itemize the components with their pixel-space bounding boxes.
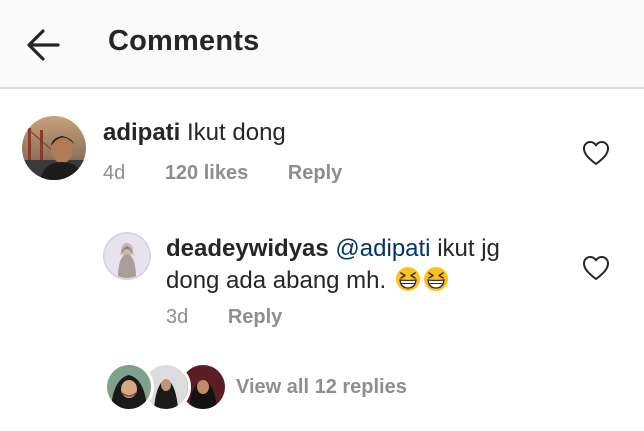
comment-text: adipati Ikut dong xyxy=(103,117,286,149)
back-button[interactable] xyxy=(22,24,64,66)
grinning-squinting-face-emoji xyxy=(423,266,449,292)
page-title: Comments xyxy=(108,25,260,57)
heart-outline-icon xyxy=(583,256,609,280)
comment-meta: 4d 120 likes Reply xyxy=(103,162,376,185)
reply-button[interactable]: Reply xyxy=(288,162,342,184)
avatar xyxy=(104,362,154,412)
heart-outline-icon xyxy=(583,141,609,165)
comment-likes[interactable]: 120 likes xyxy=(165,162,248,184)
reply-text-line1: deadeywidyas @adipati ikut jg xyxy=(166,233,500,265)
like-button[interactable] xyxy=(582,140,610,166)
avatar[interactable] xyxy=(22,116,86,180)
reply-time: 3d xyxy=(166,306,189,328)
comments-header: Comments xyxy=(0,0,644,89)
reply-reply-button[interactable]: Reply xyxy=(228,306,282,328)
reply-meta: 3d Reply xyxy=(166,306,316,329)
avatar-photo xyxy=(105,234,149,278)
reply-body-line1: ikut jg xyxy=(437,235,500,262)
reply-username[interactable]: deadeywidyas xyxy=(166,235,329,262)
reply-mention[interactable]: @adipati xyxy=(335,235,430,262)
arrow-left-icon xyxy=(27,29,60,61)
comment-username[interactable]: adipati xyxy=(103,119,180,146)
comment-time: 4d xyxy=(103,162,126,184)
grinning-squinting-face-emoji xyxy=(395,266,421,292)
view-all-replies-link[interactable]: View all 12 replies xyxy=(236,376,407,399)
avatar[interactable] xyxy=(103,232,151,280)
reply-text-line2: dong ada abang mh. xyxy=(166,265,449,297)
avatar-photo xyxy=(22,116,86,180)
comment-body: Ikut dong xyxy=(187,119,286,146)
reply-like-button[interactable] xyxy=(582,255,610,281)
reply-body-line2: dong ada abang mh. xyxy=(166,267,387,294)
